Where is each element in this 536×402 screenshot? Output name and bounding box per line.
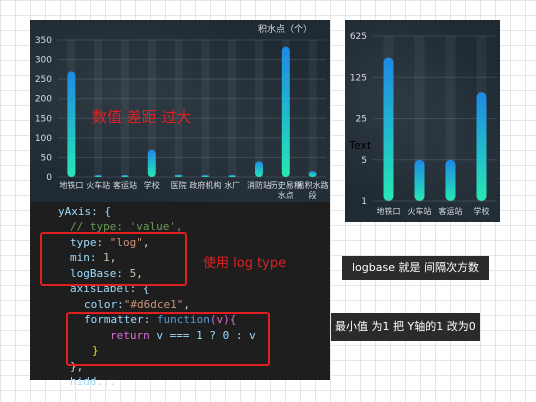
bar bbox=[383, 57, 394, 202]
use-log-annotation: 使用 log type bbox=[203, 256, 287, 271]
x-tick-label: 火车站 bbox=[408, 206, 432, 216]
log-chart-svg: 625 125 25 5 1 地铁口 火车站 客运站 学校 bbox=[350, 32, 497, 216]
bar bbox=[121, 175, 129, 177]
bar bbox=[281, 46, 290, 178]
text-placeholder: Text bbox=[349, 139, 372, 152]
bar bbox=[67, 71, 76, 177]
min-value-note: 最小值 为1 把 Y轴的1 改为0 bbox=[331, 313, 480, 341]
bar-background bbox=[228, 40, 237, 177]
logbase-note: logbase 就是 间隔次方数 bbox=[342, 256, 489, 280]
x-tick-label: 地铁口 bbox=[377, 206, 401, 216]
x-tick-label: 政府机构 bbox=[189, 180, 221, 190]
y-tick-label: 125 bbox=[350, 73, 367, 83]
bar bbox=[147, 149, 156, 177]
bar bbox=[414, 159, 425, 201]
bar-background bbox=[308, 40, 317, 177]
y-tick-label: 250 bbox=[35, 75, 52, 85]
x-tick-label: 学校 bbox=[144, 180, 160, 190]
code-line-1: yAxis: { bbox=[58, 205, 111, 218]
x-tick-label: 水点 bbox=[278, 190, 294, 200]
x-tick-label: 地铁口 bbox=[59, 180, 83, 190]
bar bbox=[308, 171, 317, 177]
bar bbox=[445, 159, 456, 201]
x-tick-label: 医院 bbox=[171, 180, 187, 190]
bar bbox=[94, 175, 103, 177]
code-line-12: hidd... bbox=[70, 375, 117, 388]
y-tick-label: 50 bbox=[41, 153, 53, 163]
y-tick-label: 25 bbox=[356, 115, 367, 125]
x-tick-label: 消防站 bbox=[247, 180, 271, 190]
y-tick-label: 100 bbox=[35, 134, 52, 144]
x-tick-label: 易积水路 bbox=[297, 180, 329, 190]
code-line-7: color:"#d6dce1", bbox=[84, 298, 190, 311]
formatter-highlight bbox=[66, 312, 270, 366]
x-tick-label: 客运站 bbox=[439, 206, 463, 216]
y-tick-label: 350 bbox=[35, 36, 52, 46]
y-tick-label: 200 bbox=[35, 95, 52, 105]
x-tick-label: 水厂 bbox=[224, 180, 240, 190]
y-tick-label: 625 bbox=[350, 32, 367, 42]
bar bbox=[476, 92, 487, 201]
x-tick-label: 客运站 bbox=[113, 180, 137, 190]
y-tick-label: 1 bbox=[361, 197, 367, 207]
y-axis-unit-label: 积水点（个） bbox=[258, 23, 312, 35]
y-tick-label: 150 bbox=[35, 114, 52, 124]
y-tick-label: 300 bbox=[35, 56, 52, 66]
bar bbox=[201, 175, 210, 177]
value-gap-annotation: 数值 差距 过大 bbox=[92, 108, 192, 126]
bar bbox=[228, 175, 237, 177]
bar bbox=[174, 174, 183, 177]
linear-bar-chart: 积水点（个） 350 300 250 200 150 100 50 0 地铁口 火车站 客运站 学校 医院… bbox=[30, 20, 330, 202]
bar-background bbox=[255, 40, 263, 177]
x-tick-label: 学校 bbox=[474, 206, 490, 216]
bar-background bbox=[201, 40, 210, 177]
x-tick-label: 火车站 bbox=[86, 180, 110, 190]
bar bbox=[255, 161, 263, 177]
log-config-highlight bbox=[40, 232, 187, 286]
y-tick-label: 0 bbox=[46, 173, 52, 183]
y-tick-label: 5 bbox=[361, 156, 367, 166]
x-tick-label: 段 bbox=[309, 190, 317, 200]
log-bar-chart: 625 125 25 5 1 地铁口 火车站 客运站 学校 bbox=[345, 20, 500, 222]
